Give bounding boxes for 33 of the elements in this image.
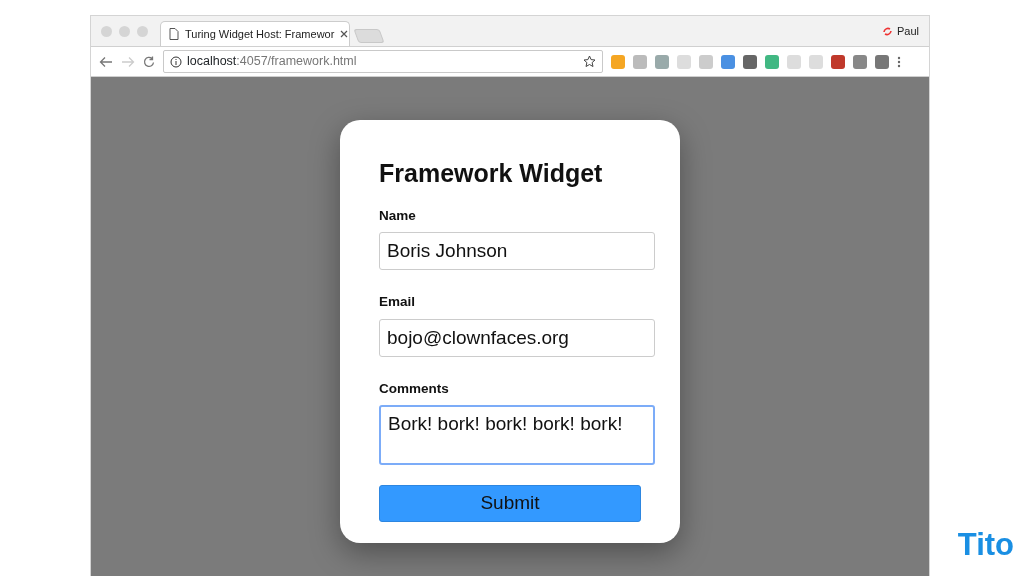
window-close-button[interactable] (101, 25, 112, 37)
back-icon[interactable] (99, 55, 113, 68)
sync-icon (881, 25, 893, 37)
input-field[interactable]: Boris Johnson (379, 232, 655, 271)
reload-icon[interactable] (143, 55, 155, 68)
extension-icon[interactable] (721, 54, 735, 69)
extension-icon[interactable] (655, 54, 669, 69)
forward-icon[interactable] (121, 55, 135, 68)
comments-field[interactable]: Bork! bork! bork! bork! bork! (379, 404, 655, 465)
page-icon (169, 28, 179, 40)
window-minimize-button[interactable] (119, 25, 130, 37)
star-icon[interactable] (583, 55, 596, 68)
window-zoom-button[interactable] (137, 25, 148, 37)
field-label: Comments (379, 379, 450, 398)
field-label: Email (379, 293, 417, 312)
logo: Tito (957, 525, 1014, 564)
input-field[interactable]: bojo@clownfaces.org (379, 318, 655, 357)
menu-icon[interactable] (897, 55, 901, 68)
extension-icon[interactable] (765, 54, 779, 69)
profile-name[interactable]: Paul (896, 22, 919, 40)
url-text: localhost:4057/framework.html (187, 53, 358, 71)
extension-icon[interactable] (743, 54, 757, 69)
browser-tab[interactable]: Turing Widget Host: Framewor (160, 21, 350, 46)
submit-button[interactable]: Submit (379, 484, 641, 522)
extension-icon[interactable] (875, 54, 889, 69)
extension-icon[interactable] (853, 54, 867, 69)
address-bar[interactable]: localhost:4057/framework.html (163, 50, 603, 73)
tab-title: Turing Widget Host: Framewor (185, 26, 335, 42)
close-icon[interactable] (340, 30, 349, 38)
extension-icon[interactable] (831, 54, 845, 69)
widget-title: Framework Widget (379, 158, 604, 188)
field-label: Name (379, 207, 417, 225)
info-icon (170, 55, 182, 68)
